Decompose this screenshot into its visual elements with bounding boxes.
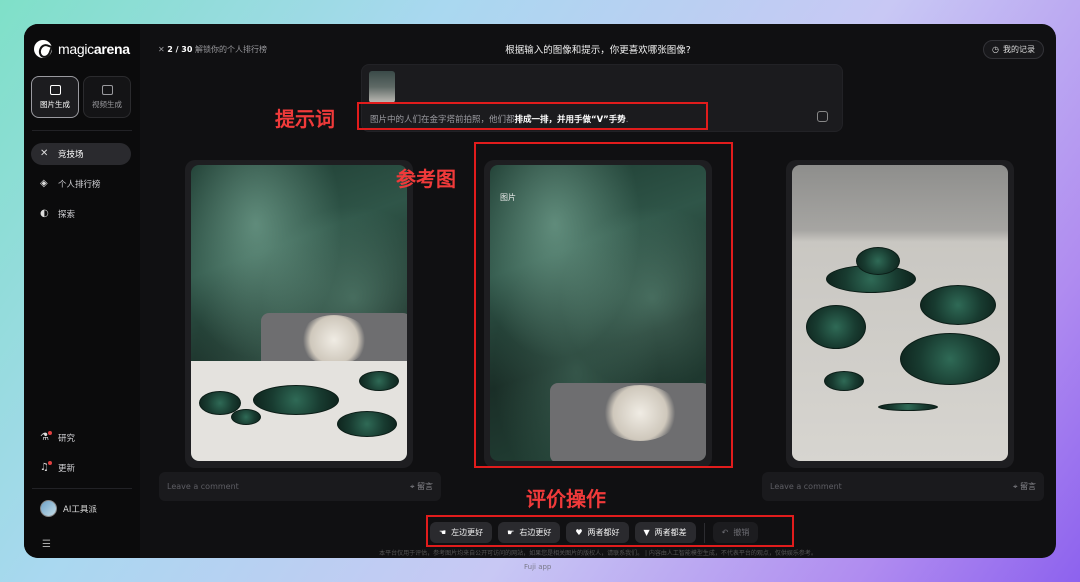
video-icon <box>101 84 113 95</box>
bowl-shape <box>856 247 900 275</box>
mode-video-generation[interactable]: 视频生成 <box>83 76 131 118</box>
sidebar-item-label: 探索 <box>58 210 76 220</box>
comment-send-button[interactable]: ⌖ 留言 <box>410 481 433 492</box>
sidebar-item-research[interactable]: ⚗ 研究 <box>31 427 131 449</box>
flowers-shape <box>299 315 369 365</box>
comment-send-button[interactable]: ⌖ 留言 <box>1013 481 1036 492</box>
user-profile[interactable]: AI工具派 <box>40 500 97 517</box>
prompt-annotation-box <box>357 102 708 130</box>
bowl-shape <box>199 391 241 415</box>
actions-annotation-box <box>426 515 794 547</box>
send-label: 留言 <box>417 482 433 491</box>
generation-mode-switch: 图片生成 视频生成 <box>31 76 131 118</box>
spoon-shape <box>878 403 938 411</box>
disclaimer: 本平台仅用于评估，参考图片均来自公开可访问的网站，如果您是相关图片的版权人，请联… <box>379 550 817 557</box>
plate-shape <box>231 409 261 425</box>
my-records-button[interactable]: ◷ 我的记录 <box>983 40 1044 59</box>
send-label: 留言 <box>1020 482 1036 491</box>
reference-annotation-box <box>474 142 733 468</box>
left-comment-input[interactable]: Leave a comment ⌖ 留言 <box>159 472 441 501</box>
leaderboard-icon: ◈ <box>40 178 48 189</box>
mode-image-generation[interactable]: 图片生成 <box>31 76 79 118</box>
notification-dot <box>48 431 52 435</box>
sidebar-item-label: 更新 <box>58 464 76 474</box>
plate-shape <box>900 333 1000 385</box>
divider <box>32 130 132 131</box>
divider <box>32 488 132 489</box>
right-generated-image[interactable] <box>792 165 1008 461</box>
sidebar: magicarena 图片生成 视频生成 ✕ 竞技场 ◈ 个人排行榜 ◐ 探索 <box>24 24 140 558</box>
planet-icon: ◐ <box>40 208 49 219</box>
comment-placeholder: Leave a comment <box>167 482 239 491</box>
notification-dot <box>48 461 52 465</box>
plate-shape <box>337 411 397 437</box>
mode-label: 图片生成 <box>40 99 70 109</box>
plate-shape <box>359 371 399 391</box>
avatar <box>40 500 57 517</box>
sidebar-item-label: 研究 <box>58 434 76 444</box>
sidebar-item-label: 个人排行榜 <box>58 180 101 190</box>
bell-icon: ♫ <box>40 461 52 473</box>
right-image-card[interactable] <box>786 160 1014 468</box>
plate-shape <box>824 371 864 391</box>
plate-shape <box>253 385 339 415</box>
arena-icon: ✕ <box>40 148 49 159</box>
sidebar-item-updates[interactable]: ♫ 更新 <box>31 457 131 479</box>
sidebar-item-explore[interactable]: ◐ 探索 <box>31 203 131 225</box>
brand-name: magicarena <box>58 41 130 57</box>
logo-icon <box>34 40 52 58</box>
research-icon: ⚗ <box>40 431 52 443</box>
right-comment-input[interactable]: Leave a comment ⌖ 留言 <box>762 472 1044 501</box>
reference-annotation-label: 参考图 <box>396 167 456 191</box>
comment-placeholder: Leave a comment <box>770 482 842 491</box>
bowl-shape <box>806 305 866 349</box>
brand-logo[interactable]: magicarena <box>34 40 130 58</box>
reference-thumbnail[interactable] <box>369 71 395 103</box>
actions-annotation-label: 评价操作 <box>526 487 606 511</box>
user-name: AI工具派 <box>63 504 97 515</box>
sidebar-item-leaderboard[interactable]: ◈ 个人排行榜 <box>31 173 131 195</box>
records-label: 我的记录 <box>1003 45 1035 54</box>
left-image-card[interactable] <box>185 160 413 468</box>
mode-label: 视频生成 <box>92 99 122 109</box>
plate-shape <box>920 285 996 325</box>
prompt-annotation-label: 提示词 <box>275 107 335 131</box>
page-title: 根据输入的图像和提示，你更喜欢哪张图像? <box>505 45 691 56</box>
sidebar-item-label: 竞技场 <box>58 150 84 160</box>
image-icon <box>49 84 61 95</box>
collapse-sidebar-icon[interactable]: ☰ <box>42 539 51 550</box>
history-icon: ◷ <box>992 45 999 54</box>
watermark: Fuji app <box>524 563 552 571</box>
translate-icon[interactable] <box>817 111 828 122</box>
left-generated-image[interactable] <box>191 165 407 461</box>
sidebar-item-arena[interactable]: ✕ 竞技场 <box>31 143 131 165</box>
